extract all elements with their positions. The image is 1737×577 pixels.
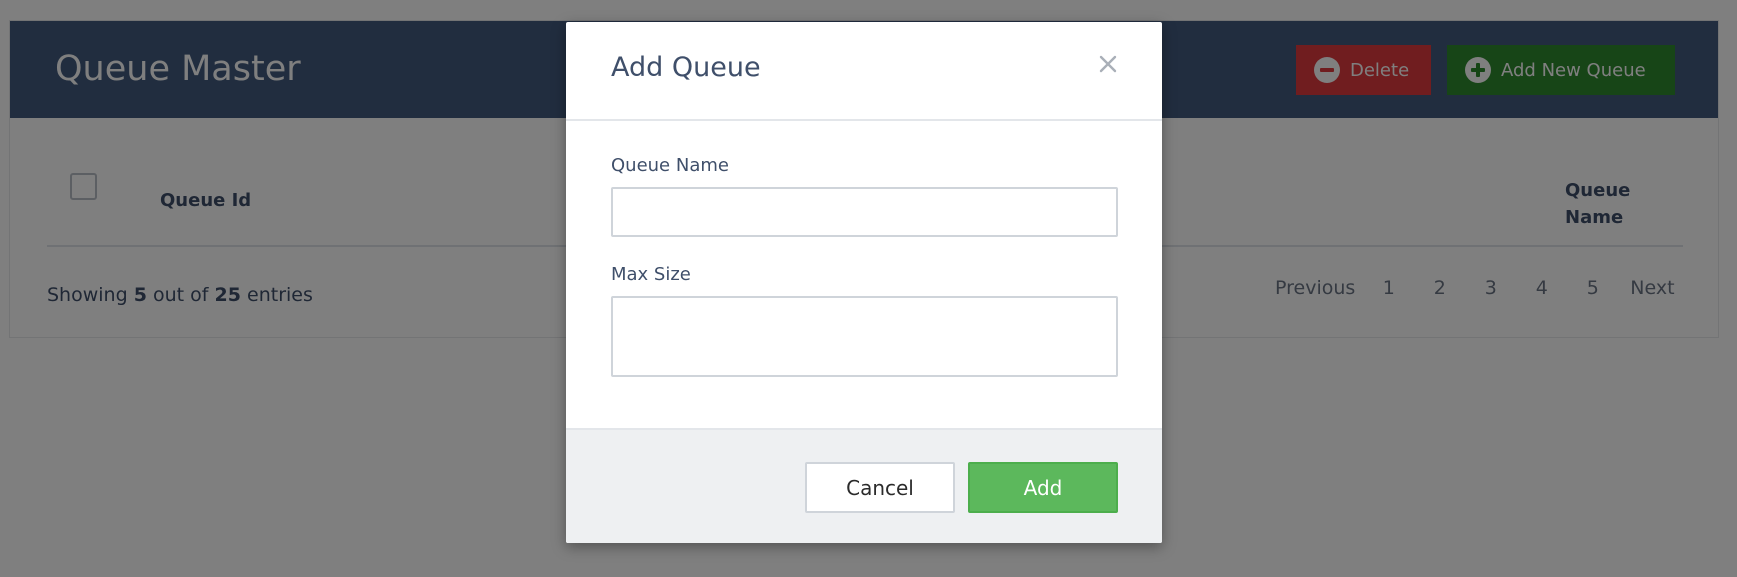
cancel-button[interactable]: Cancel: [805, 462, 955, 513]
max-size-label: Max Size: [611, 264, 691, 285]
close-icon[interactable]: [1096, 52, 1120, 76]
modal-footer: Cancel Add: [566, 428, 1162, 543]
queue-name-label: Queue Name: [611, 155, 729, 176]
queue-name-input[interactable]: [611, 187, 1118, 237]
modal-header: Add Queue: [566, 22, 1162, 121]
add-queue-modal: Add Queue Queue Name Max Size Cancel Add: [566, 22, 1162, 543]
add-button[interactable]: Add: [968, 462, 1118, 513]
max-size-input[interactable]: [611, 296, 1118, 377]
modal-title: Add Queue: [611, 52, 761, 83]
